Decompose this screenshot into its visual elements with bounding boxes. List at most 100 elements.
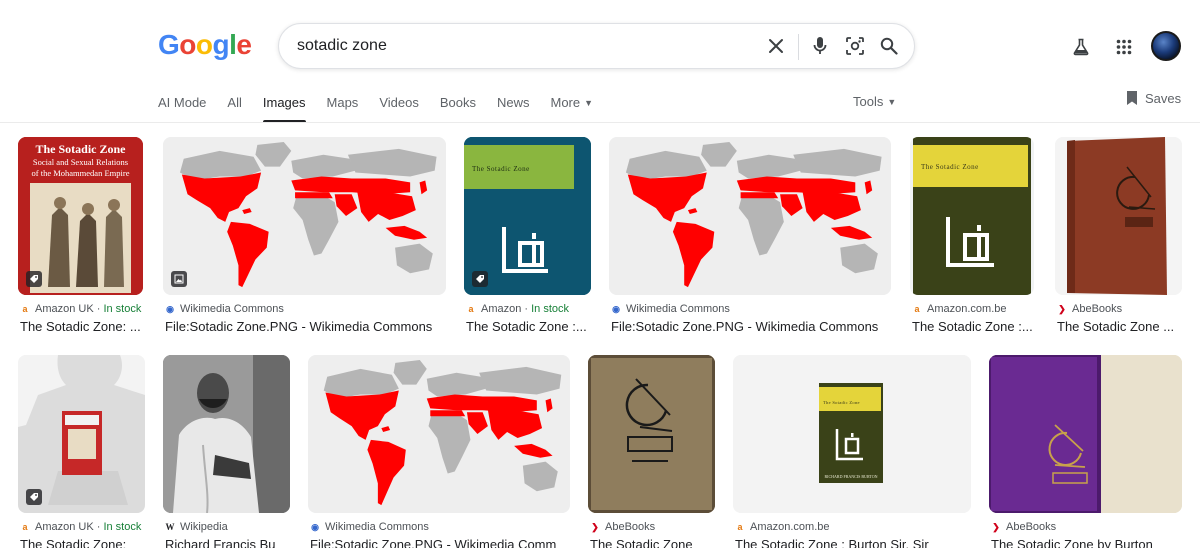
result-thumbnail[interactable]: [163, 137, 446, 295]
account-avatar[interactable]: [1151, 31, 1181, 61]
tab-all[interactable]: All: [227, 94, 241, 122]
portrait-photo-image: [163, 355, 290, 513]
source-name: Amazon.com.be: [927, 303, 1007, 315]
book-cover-image: [989, 355, 1182, 513]
source-name: Wikimedia Commons: [626, 303, 730, 315]
tag-icon: [26, 271, 42, 287]
result-thumbnail[interactable]: [1055, 137, 1182, 295]
close-icon[interactable]: [765, 35, 787, 57]
tab-label: News: [496, 95, 530, 110]
tab-label: Videos: [379, 95, 419, 110]
tab-maps[interactable]: Maps: [327, 94, 359, 122]
result-thumbnail[interactable]: The Sotadic Zone Social and Sexual Relat…: [18, 137, 143, 295]
search-tabs: AI Mode All Images Maps Videos Books New…: [158, 94, 614, 123]
wikimedia-favicon-icon: ◉: [612, 303, 620, 314]
tab-books[interactable]: Books: [440, 94, 476, 122]
source-name: AbeBooks: [605, 521, 656, 533]
tab-ai-mode[interactable]: AI Mode: [158, 94, 206, 122]
wikimedia-favicon-icon: ◉: [311, 521, 319, 532]
result-title[interactable]: The Sotadic Zone:: [20, 537, 147, 548]
google-logo[interactable]: Google: [158, 29, 252, 61]
tools-button[interactable]: Tools ▼: [853, 94, 896, 109]
world-map-image: [609, 137, 891, 295]
result-source: ◉ Wikimedia Commons: [165, 303, 284, 315]
result-title[interactable]: The Sotadic Zone ...: [1057, 319, 1184, 334]
book-cover-image: [913, 137, 1031, 295]
source-name: Wikimedia Commons: [180, 303, 284, 315]
result-source: a Amazon UK · In stock: [20, 521, 141, 533]
microphone-icon[interactable]: [809, 35, 831, 57]
tab-videos[interactable]: Videos: [379, 94, 419, 122]
source-name: AbeBooks: [1072, 303, 1123, 315]
result-title[interactable]: The Sotadic Zone: [590, 537, 717, 548]
world-map-image: [163, 137, 446, 295]
lens-icon[interactable]: [844, 35, 866, 57]
source-name: Amazon: [481, 303, 522, 315]
source-name: Amazon UK: [35, 303, 94, 315]
result-title[interactable]: File:Sotadic Zone.PNG - Wikimedia Common…: [165, 319, 448, 334]
result-source: a Amazon · In stock: [466, 303, 569, 315]
result-source: ❯ AbeBooks: [991, 521, 1056, 533]
amazon-favicon-icon: a: [737, 522, 743, 532]
result-source: ◉ Wikimedia Commons: [611, 303, 730, 315]
stock-status: In stock: [531, 303, 569, 315]
amazon-favicon-icon: a: [468, 304, 474, 314]
wikipedia-favicon-icon: W: [165, 522, 175, 532]
result-thumbnail[interactable]: [18, 355, 145, 513]
search-input[interactable]: [297, 24, 747, 68]
book-subtitle-text: Social and Sexual Relations: [32, 157, 129, 167]
result-title[interactable]: The Sotadic Zone :...: [466, 319, 593, 334]
book-cover-image: [1055, 137, 1182, 295]
tab-more[interactable]: More ▼: [550, 94, 593, 122]
result-thumbnail[interactable]: The Sotadic Zone Richard Francis Burton: [733, 355, 971, 513]
tab-images[interactable]: Images: [262, 94, 306, 123]
image-icon: [171, 271, 187, 287]
book-subtitle-text: of the Mohammedan Empire: [31, 168, 130, 178]
result-source: ❯ AbeBooks: [590, 521, 655, 533]
book-title-text: The Sotadic Zone: [823, 400, 860, 405]
result-title[interactable]: The Sotadic Zone by Burton: [991, 537, 1184, 548]
result-thumbnail[interactable]: [588, 355, 715, 513]
book-cover-image: [588, 355, 715, 513]
book-cover-image: [733, 355, 971, 513]
tabs-divider: [0, 122, 1200, 123]
abebooks-favicon-icon: ❯: [1058, 303, 1066, 314]
result-title[interactable]: Richard Francis Bu: [165, 537, 292, 548]
abebooks-favicon-icon: ❯: [992, 521, 1000, 532]
result-thumbnail[interactable]: [163, 355, 290, 513]
google-images-results-page: Google AI Mode All Images Maps: [0, 0, 1200, 548]
source-name: Amazon.com.be: [750, 521, 830, 533]
result-thumbnail[interactable]: [989, 355, 1182, 513]
book-title-text: The Sotadic Zone: [35, 142, 126, 156]
result-title[interactable]: The Sotadic Zone :...: [912, 319, 1036, 334]
result-source: ❯ AbeBooks: [1057, 303, 1122, 315]
tab-label: Maps: [326, 95, 359, 110]
result-title[interactable]: The Sotadic Zone: ...: [20, 319, 145, 334]
result-thumbnail[interactable]: [609, 137, 891, 295]
search-box-divider: [798, 34, 799, 60]
result-title[interactable]: File:Sotadic Zone.PNG - Wikimedia Common…: [611, 319, 893, 334]
abebooks-favicon-icon: ❯: [591, 521, 599, 532]
result-source: a Amazon UK · In stock: [20, 303, 141, 315]
source-name: AbeBooks: [1006, 521, 1057, 533]
result-title[interactable]: File:Sotadic Zone.PNG - Wikimedia Comm: [310, 537, 572, 548]
book-title-text: The Sotadic Zone: [472, 165, 530, 173]
flask-icon[interactable]: [1070, 36, 1092, 58]
search-icon[interactable]: [878, 35, 900, 57]
result-thumbnail[interactable]: [308, 355, 570, 513]
logo-letter: o: [179, 29, 196, 60]
tab-label: Books: [439, 95, 476, 110]
wikimedia-favicon-icon: ◉: [166, 303, 174, 314]
saves-button[interactable]: Saves: [1125, 90, 1181, 106]
tab-label: All: [227, 95, 242, 110]
tab-news[interactable]: News: [497, 94, 530, 122]
result-source: a Amazon.com.be: [735, 521, 829, 533]
result-thumbnail[interactable]: The Sotadic Zone: [464, 137, 591, 295]
bookmark-icon: [1127, 91, 1137, 105]
apps-grid-icon[interactable]: [1113, 36, 1135, 58]
logo-letter: o: [195, 29, 213, 60]
amazon-favicon-icon: a: [914, 304, 920, 314]
result-title[interactable]: The Sotadic Zone : Burton Sir. Sir: [735, 537, 973, 548]
result-thumbnail[interactable]: The Sotadic Zone: [910, 137, 1034, 295]
saves-label: Saves: [1145, 90, 1182, 106]
